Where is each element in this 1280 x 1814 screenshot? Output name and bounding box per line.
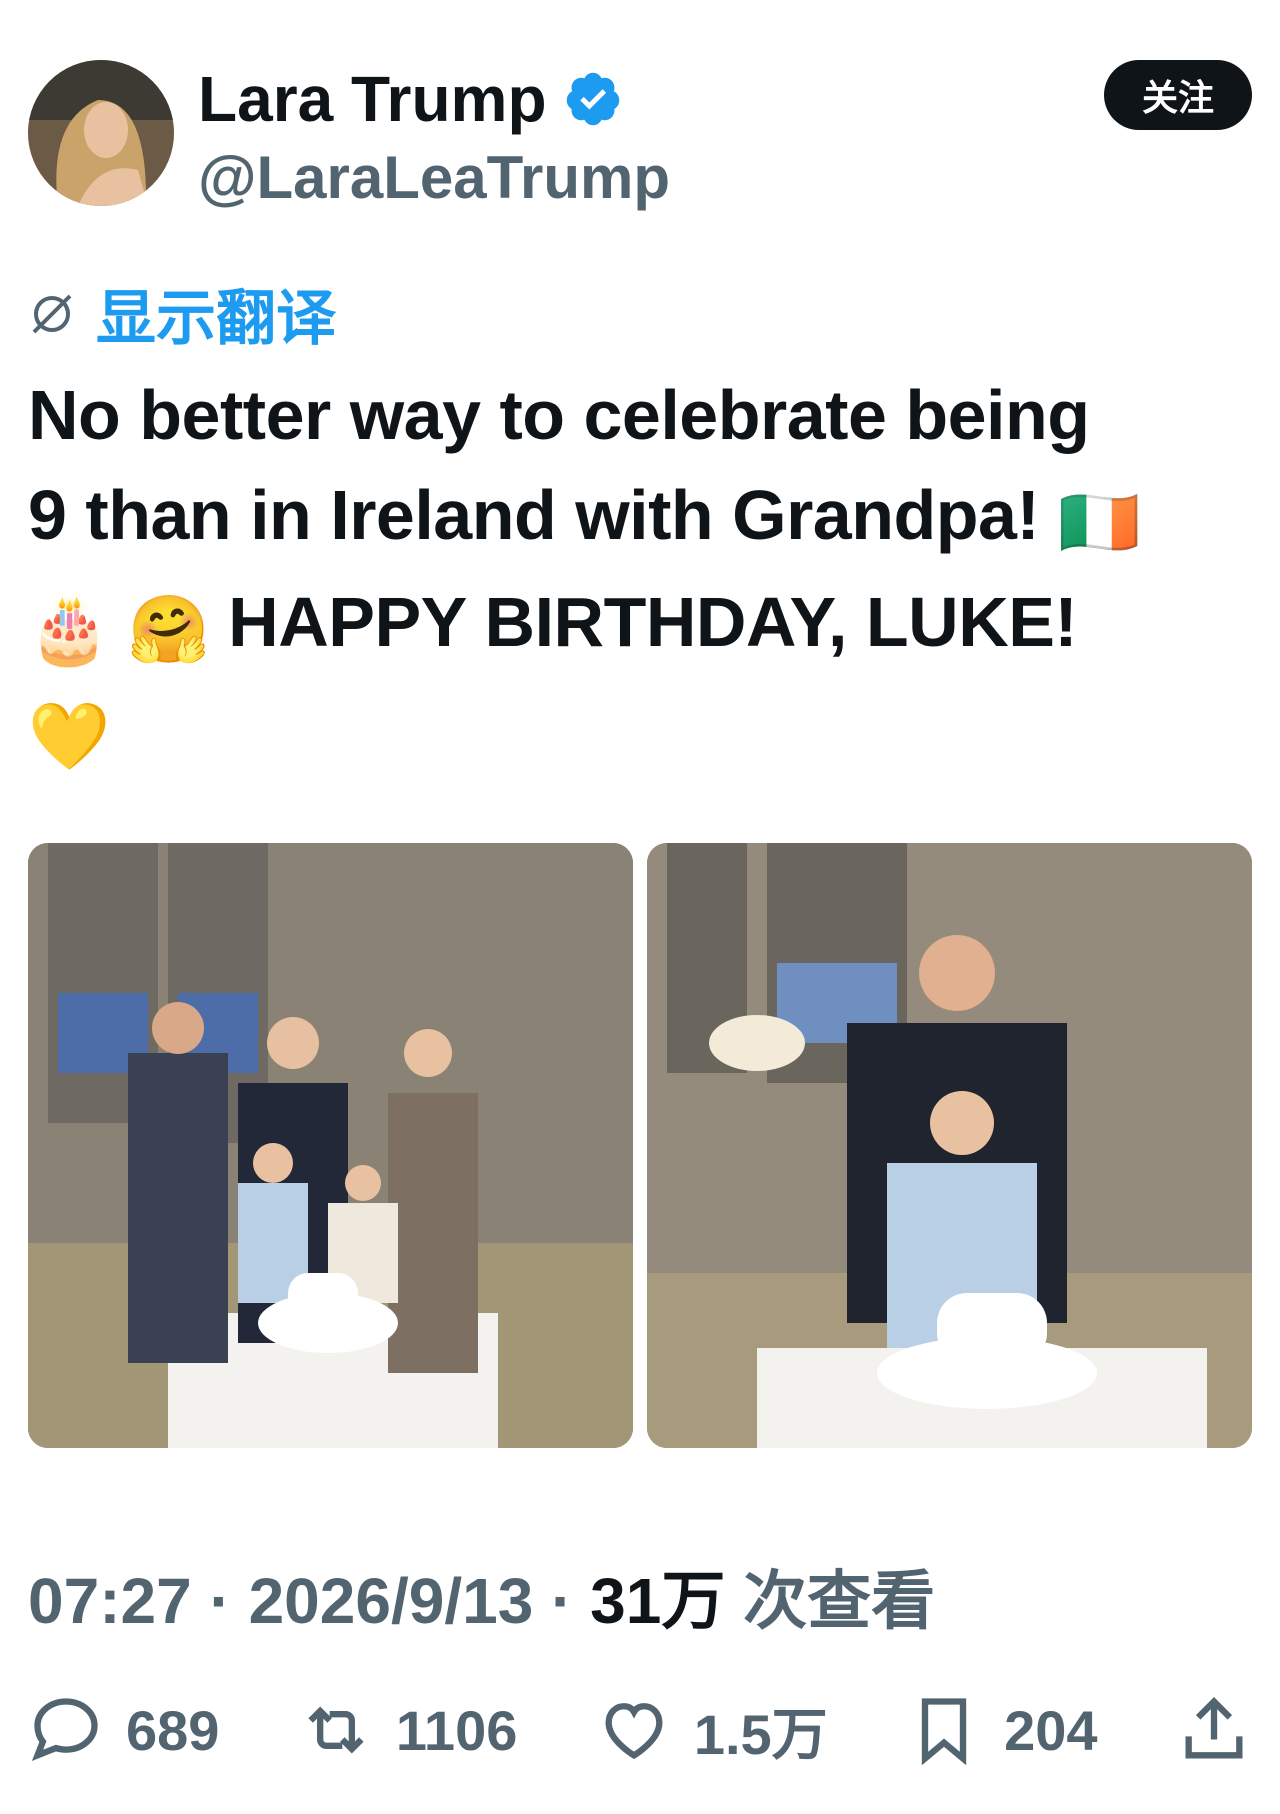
tweet-line-3: 🎂 🤗 HAPPY BIRTHDAY, LUKE! bbox=[28, 572, 1252, 679]
ireland-flag-emoji: 🇮🇪 bbox=[1058, 485, 1140, 559]
tweet-meta: 07:27 · 2026/9/13 · 31万 次查看 bbox=[28, 1550, 935, 1642]
repost-button[interactable]: 1106 bbox=[298, 1692, 518, 1768]
display-name-row[interactable]: Lara Trump bbox=[198, 60, 670, 138]
follow-button[interactable]: 关注 bbox=[1104, 60, 1252, 130]
like-count: 1.5万 bbox=[693, 1702, 828, 1766]
bookmark-count: 204 bbox=[1004, 1698, 1098, 1762]
show-translation-link[interactable]: 显示翻译 bbox=[96, 270, 336, 357]
globe-slash-icon bbox=[32, 294, 72, 333]
action-bar: 689 1106 1.5万 204 bbox=[28, 1690, 1252, 1770]
tweet-time[interactable]: 07:27 bbox=[28, 1565, 192, 1637]
photo-2[interactable] bbox=[647, 843, 1252, 1448]
verified-badge-icon bbox=[566, 72, 619, 126]
tweet-header: Lara Trump @LaraLeaTrump 关注 bbox=[28, 60, 1252, 211]
repost-count: 1106 bbox=[395, 1698, 518, 1762]
tweet-line-1: No better way to celebrate being bbox=[28, 376, 1090, 454]
tweet-line-4: 💛 bbox=[28, 679, 1252, 786]
meta-separator-1: · bbox=[191, 1565, 249, 1637]
repost-icon bbox=[308, 1706, 364, 1754]
handle[interactable]: @LaraLeaTrump bbox=[198, 138, 670, 218]
reply-icon bbox=[31, 1698, 98, 1761]
views-label: 次查看 bbox=[725, 1565, 936, 1637]
bookmark-button[interactable]: 204 bbox=[906, 1692, 1098, 1768]
tweet-date[interactable]: 2026/9/13 bbox=[249, 1565, 534, 1637]
reply-button[interactable]: 689 bbox=[28, 1692, 219, 1768]
bookmark-icon bbox=[921, 1698, 967, 1766]
display-name[interactable]: Lara Trump bbox=[198, 60, 547, 138]
cake-hug-emoji: 🎂 🤗 bbox=[28, 592, 210, 666]
media-grid bbox=[28, 843, 1252, 1448]
translate-row[interactable]: 显示翻译 bbox=[28, 270, 336, 357]
tweet-line-2-text: 9 than in Ireland with Grandpa! bbox=[28, 476, 1040, 554]
like-button[interactable]: 1.5万 bbox=[596, 1690, 828, 1771]
heart-icon bbox=[605, 1703, 663, 1760]
views-count: 31万 bbox=[590, 1565, 726, 1637]
author-names: Lara Trump @LaraLeaTrump bbox=[198, 60, 670, 218]
photo-1[interactable] bbox=[28, 843, 633, 1448]
share-button[interactable] bbox=[1176, 1692, 1252, 1768]
tweet-line-2: 9 than in Ireland with Grandpa! 🇮🇪 bbox=[28, 465, 1252, 572]
tweet-text: No better way to celebrate being 9 than … bbox=[28, 365, 1252, 786]
yellow-heart-emoji: 💛 bbox=[28, 699, 110, 773]
share-icon bbox=[1185, 1697, 1243, 1759]
avatar[interactable] bbox=[28, 60, 174, 206]
reply-count: 689 bbox=[126, 1698, 220, 1762]
meta-separator-2: · bbox=[533, 1565, 591, 1637]
tweet-line-3-text: HAPPY BIRTHDAY, LUKE! bbox=[228, 583, 1078, 661]
